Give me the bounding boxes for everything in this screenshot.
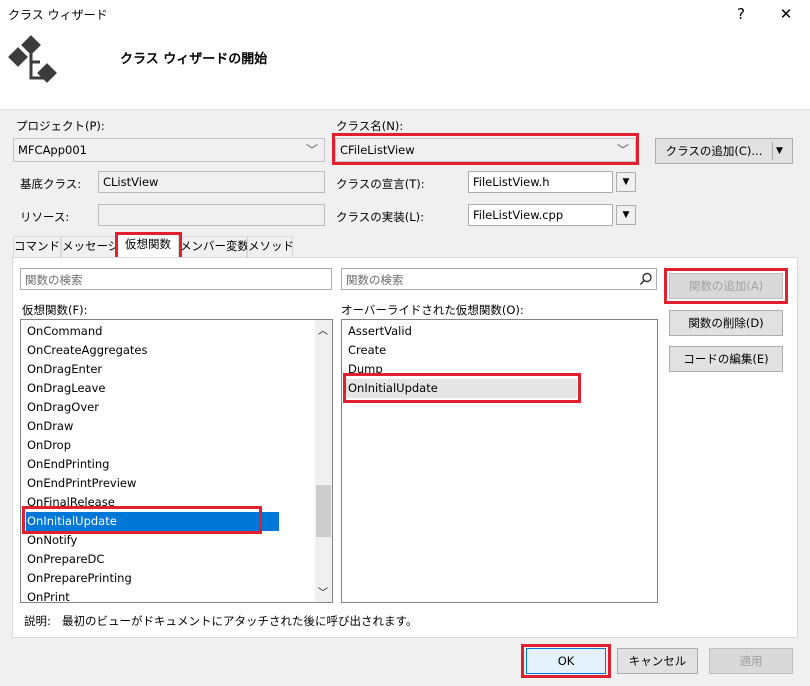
description-text: 最初のビューがドキュメントにアタッチされた後に呼び出されます。 bbox=[62, 614, 418, 628]
close-button[interactable]: ✕ bbox=[773, 3, 799, 25]
add-function-button[interactable]: 関数の追加(A) bbox=[669, 273, 783, 299]
list-item[interactable]: OnCommand bbox=[27, 322, 102, 341]
list-item[interactable]: Dump bbox=[348, 360, 383, 379]
scroll-up-icon[interactable]: ︿ bbox=[318, 322, 328, 337]
scroll-down-icon[interactable]: ﹀ bbox=[318, 584, 328, 599]
declaration-dropdown-button[interactable]: ▼ bbox=[616, 172, 636, 192]
class-wizard-icon bbox=[8, 35, 57, 83]
list-item[interactable]: OnCreateAggregates bbox=[27, 341, 148, 360]
declaration-field[interactable]: FileListView.h bbox=[468, 171, 613, 193]
description-label: 説明: bbox=[24, 614, 51, 628]
list-scrollbar[interactable]: ︿ ﹀ bbox=[315, 320, 332, 602]
split-divider bbox=[772, 142, 773, 160]
tab-methods[interactable]: メソッド bbox=[247, 236, 294, 257]
chevron-down-icon: ﹀ bbox=[616, 143, 629, 157]
classname-label: クラス名(N): bbox=[336, 119, 404, 133]
list-item[interactable]: OnPreparePrinting bbox=[27, 569, 132, 588]
tab-virtual-functions[interactable]: 仮想関数 bbox=[117, 234, 179, 258]
right-search-placeholder: 関数の検索 bbox=[346, 273, 404, 287]
cancel-button[interactable]: キャンセル bbox=[617, 648, 698, 674]
list-item-selected[interactable]: OnInitialUpdate bbox=[26, 512, 279, 531]
list-item[interactable]: OnPrint bbox=[27, 588, 70, 602]
classname-combo[interactable]: CFileListView ﹀ bbox=[335, 138, 636, 162]
virtual-functions-list[interactable]: OnCommand OnCreateAggregates OnDragEnter… bbox=[20, 319, 333, 603]
project-label: プロジェクト(P): bbox=[16, 119, 105, 133]
implementation-label: クラスの実装(L): bbox=[336, 210, 425, 224]
wizard-header: クラス ウィザードの開始 bbox=[0, 30, 810, 110]
declaration-label: クラスの宣言(T): bbox=[336, 177, 425, 191]
ok-button[interactable]: OK bbox=[526, 648, 606, 674]
left-search-placeholder: 関数の検索 bbox=[25, 273, 83, 287]
tab-member-variables[interactable]: メンバー変数 bbox=[179, 236, 249, 257]
base-class-label: 基底クラス: bbox=[20, 177, 82, 191]
list-item[interactable]: OnDragEnter bbox=[27, 360, 102, 379]
edit-code-button[interactable]: コードの編集(E) bbox=[669, 346, 783, 372]
add-class-button[interactable]: クラスの追加(C)... ▼ bbox=[655, 138, 793, 164]
declaration-value: FileListView.h bbox=[473, 175, 550, 189]
search-icon[interactable] bbox=[639, 272, 653, 286]
implementation-dropdown-button[interactable]: ▼ bbox=[616, 205, 636, 225]
overridden-functions-list[interactable]: AssertValid Create Dump OnInitialUpdate bbox=[341, 319, 658, 603]
project-combo[interactable]: MFCApp001 ﹀ bbox=[13, 138, 325, 162]
overridden-functions-label: オーバーライドされた仮想関数(O): bbox=[341, 303, 524, 317]
list-item[interactable]: OnNotify bbox=[27, 531, 77, 550]
window-title: クラス ウィザード bbox=[8, 8, 108, 22]
list-item[interactable]: OnDraw bbox=[27, 417, 73, 436]
title-bar: クラス ウィザード ? ✕ bbox=[0, 0, 810, 30]
help-button[interactable]: ? bbox=[728, 3, 754, 25]
list-item[interactable]: OnDragOver bbox=[27, 398, 99, 417]
chevron-down-icon: ﹀ bbox=[305, 143, 318, 157]
add-class-label: クラスの追加(C)... bbox=[665, 144, 763, 158]
list-item[interactable]: OnFinalRelease bbox=[27, 493, 115, 512]
list-item[interactable]: AssertValid bbox=[348, 322, 412, 341]
virtual-functions-label: 仮想関数(F): bbox=[22, 303, 88, 317]
left-search-input[interactable]: 関数の検索 bbox=[20, 268, 332, 290]
apply-button[interactable]: 適用 bbox=[709, 648, 793, 674]
list-item-focused[interactable]: OnInitialUpdate bbox=[345, 379, 577, 398]
list-item[interactable]: Create bbox=[348, 341, 386, 360]
list-item[interactable]: OnEndPrinting bbox=[27, 455, 109, 474]
list-item[interactable]: OnPrepareDC bbox=[27, 550, 104, 569]
resource-field bbox=[98, 204, 325, 226]
implementation-value: FileListView.cpp bbox=[473, 208, 564, 222]
right-search-input[interactable]: 関数の検索 bbox=[341, 268, 657, 290]
list-item[interactable]: OnDrop bbox=[27, 436, 71, 455]
tab-commands[interactable]: コマンド bbox=[13, 236, 61, 257]
caret-down-icon[interactable]: ▼ bbox=[776, 139, 783, 163]
header-title: クラス ウィザードの開始 bbox=[120, 52, 268, 67]
classname-value: CFileListView bbox=[340, 143, 415, 157]
list-item[interactable]: OnDragLeave bbox=[27, 379, 105, 398]
base-class-value: CListView bbox=[103, 175, 159, 189]
tab-messages[interactable]: メッセージ bbox=[61, 236, 119, 257]
project-value: MFCApp001 bbox=[18, 143, 87, 157]
implementation-field[interactable]: FileListView.cpp bbox=[468, 204, 613, 226]
scrollbar-thumb[interactable] bbox=[316, 485, 331, 537]
list-item[interactable]: OnEndPrintPreview bbox=[27, 474, 136, 493]
base-class-field: CListView bbox=[98, 171, 325, 193]
resource-label: リソース: bbox=[20, 210, 70, 224]
delete-function-button[interactable]: 関数の削除(D) bbox=[669, 310, 783, 336]
